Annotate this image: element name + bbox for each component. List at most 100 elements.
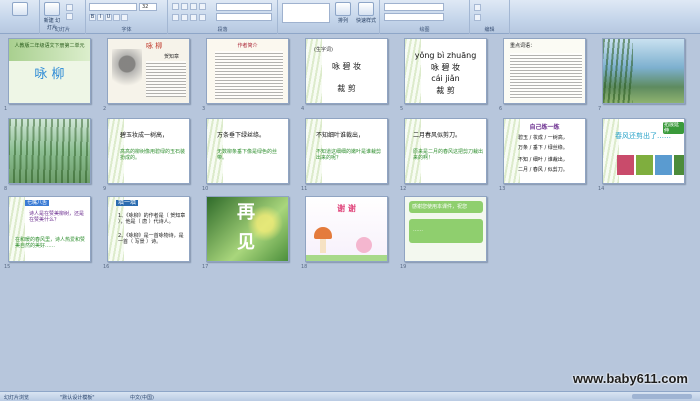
paste-button[interactable] [6,2,34,17]
ribbon: 新建 幻灯片 幻灯片 32 B I U 字体 段落 排列 快速样式 绘图 编辑 [0,0,700,34]
shape-fill-button[interactable] [384,3,444,11]
font-group-label: 字体 [121,27,132,33]
underline-button[interactable]: U [105,14,112,21]
font-group: 32 B I U 字体 [86,0,168,34]
poem-line: 二月春风似剪刀。 [413,132,462,139]
slides-group-label: 幻灯片 [54,27,70,33]
practice-line-3: 不知 / 细叶 / 谁裁出， [518,157,568,163]
slide-number: 1 [4,106,8,112]
slide-heading: 自己练一练 [529,124,560,131]
quick-styles-button[interactable]: 快速样式 [355,2,377,24]
slide-body: …… [413,227,423,233]
slide-19[interactable]: 感谢您使用本课件，祝您 …… [404,196,487,262]
shape-format-group: 绘图 [380,0,470,34]
bold-button[interactable]: B [89,14,96,21]
clipboard-group [0,0,40,34]
slide-number: 2 [103,106,107,112]
grass-decoration [306,255,387,261]
slide-number: 13 [499,186,506,192]
font-size-select[interactable]: 32 [139,3,157,11]
slide-3[interactable]: 作者简介 [206,38,289,104]
vocab-line-1: 咏 碧 妆 [430,63,461,72]
editing-group-label: 编辑 [484,27,495,33]
numbering-button[interactable] [181,3,188,10]
replace-icon[interactable] [474,14,481,21]
align-right-button[interactable] [190,14,197,21]
slide-title: 人教版二年级语文下册第二单元 [14,43,85,49]
bamboo-decoration [108,197,124,261]
poem-explanation: 原来是二月的春风这把剪刀裁出来的啊！ [413,149,484,161]
pinyin-line-1: yǒng bì zhuāng [414,51,477,60]
zoom-slider[interactable] [632,394,692,399]
slide-9[interactable]: 碧玉妆成一树高， 高高的柳树像用碧绿的玉石装扮成的。 [107,118,190,184]
tree-photo [674,155,684,175]
slide-8[interactable] [8,118,91,184]
arrange-icon [335,2,351,16]
text-direction-button[interactable] [216,3,272,11]
drawing-group-label: 绘图 [419,27,430,33]
willow-photo [603,39,633,103]
shape-outline-button[interactable] [384,13,444,21]
fill-blank-1: 1、《咏柳》的作者是（ 贺知章 ），他是（ 唐 ）代诗人。 [118,213,186,225]
paste-icon [12,2,28,16]
slide-number: 18 [301,264,308,270]
slide-number: 3 [202,106,206,112]
vocab-line-2: 裁 剪 [337,84,356,93]
slide-7[interactable] [602,38,685,104]
justify-button[interactable] [199,14,206,21]
slide-title: 感谢您使用本课件，祝您 [412,204,468,210]
slide-heading: 咏 柳 [146,42,163,50]
slide-13[interactable]: 自己练一练 碧玉 / 妆成 / 一树高， 万条 / 垂下 / 绿丝绦。 不知 /… [503,118,586,184]
indent-decrease-button[interactable] [190,3,197,10]
slide-5[interactable]: yǒng bì zhuāng 咏 碧 妆 cái jiǎn 裁 剪 [404,38,487,104]
poem-text-block [146,61,186,97]
slide-number: 8 [4,186,8,192]
indent-increase-button[interactable] [199,3,206,10]
slide-number: 7 [598,106,602,112]
find-icon[interactable] [474,4,481,11]
quick-styles-label: 快速样式 [355,18,376,24]
shadow-button[interactable] [121,14,128,21]
mushroom-stem-icon [320,239,326,253]
goodbye-char-2: 见 [237,232,255,253]
slide-16[interactable]: 填一填 1、《咏柳》的作者是（ 贺知章 ），他是（ 唐 ）代诗人。 2、《咏柳》… [107,196,190,262]
slide-15[interactable]: 七嘴八舌 诗人是在赞美柳树，还是在赞美什么？ 在和暖的春风里，诗人热爱和赞美自然… [8,196,91,262]
align-left-button[interactable] [172,14,179,21]
slide-heading: 春风还剪出了…… [615,132,671,140]
italic-button[interactable]: I [97,14,104,21]
slide-6[interactable]: 重点词语： [503,38,586,104]
smartart-button[interactable] [216,13,272,21]
slide-4[interactable]: (生字词) 咏 碧 妆 裁 剪 [305,38,388,104]
slide-18[interactable]: 谢 谢 [305,196,388,262]
language-label[interactable]: 中文(中国) [130,394,154,401]
grass-photo [636,155,653,175]
view-mode-label: 幻灯片浏览 [4,395,30,401]
slide-number: 9 [103,186,107,192]
slide-10[interactable]: 万条垂下绿丝绦。 无数柳条垂下像是绿色的丝带。 [206,118,289,184]
slide-2[interactable]: 咏 柳 贺知章 [107,38,190,104]
slide-14[interactable]: 拓展延伸 春风还剪出了…… [602,118,685,184]
align-center-button[interactable] [181,14,188,21]
reset-button[interactable] [66,13,73,20]
slide-author: 贺知章 [164,54,180,60]
slide-12[interactable]: 二月春风似剪刀。 原来是二月的春风这把剪刀裁出来的啊！ [404,118,487,184]
slide-17[interactable]: 再 见 [206,196,289,262]
slide-1[interactable]: 人教版二年级语文下册第二单元 咏 柳 [8,38,91,104]
arrange-button[interactable]: 排列 [333,2,353,24]
poem-line: 不知细叶谁裁出， [316,132,365,139]
font-name-select[interactable] [89,3,137,11]
slide-number: 6 [499,106,503,112]
slide-sorter: 人教版二年级语文下册第二单元 咏 柳 1 咏 柳 贺知章 2 作者简介 3 (生… [0,34,700,391]
layout-button[interactable] [66,4,73,11]
slide-number: 16 [103,264,110,270]
strikethrough-button[interactable] [113,14,120,21]
mushroom-icon [314,227,332,239]
theme-label[interactable]: "默认设计模板" [60,394,95,401]
keywords-text-block [510,53,582,99]
slide-11[interactable]: 不知细叶谁裁出， 不知道这细细的嫩叶是谁裁剪出来的呢？ [305,118,388,184]
vocab-line-1: 咏 碧 妆 [331,62,362,71]
shapes-gallery[interactable] [282,3,330,23]
willow-photo [9,119,90,183]
bullets-button[interactable] [172,3,179,10]
poem-line: 碧玉妆成一树高， [120,132,169,139]
